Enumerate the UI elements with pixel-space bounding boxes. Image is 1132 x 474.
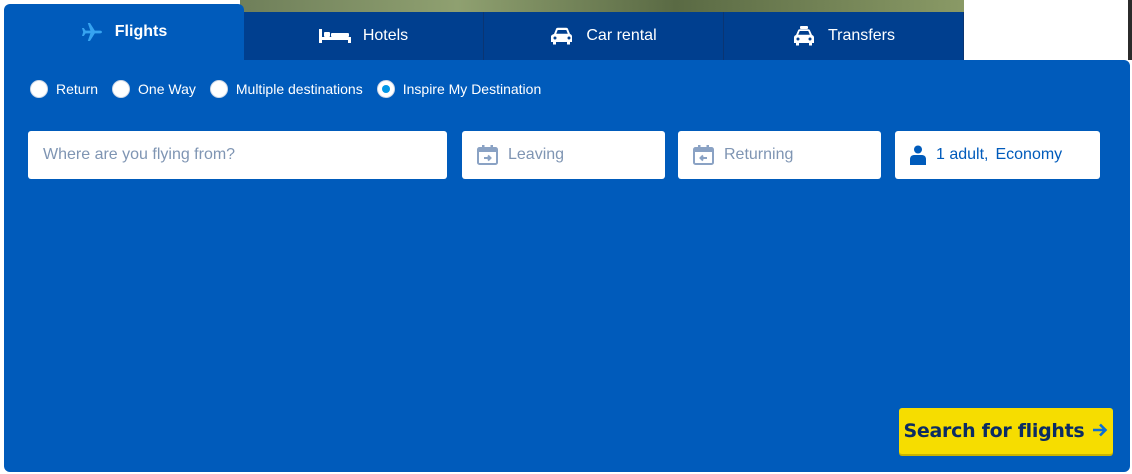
bed-icon [318,29,351,43]
radio-dot[interactable] [209,80,228,98]
radio-label: Return [56,81,99,97]
person-icon [910,145,926,165]
radio-label: Inspire My Destination [402,81,542,97]
radio-dot[interactable] [30,80,48,98]
passenger-count: 1 adult, [936,146,989,163]
taxi-icon [792,26,816,46]
tab-transfers[interactable]: Transfers [724,12,964,60]
tab-flights[interactable]: Flights [4,4,244,60]
plane-icon [81,22,103,42]
search-panel: Return One Way Multiple destinations Ins… [4,60,1130,472]
return-date-field[interactable]: Returning [678,131,881,179]
return-date-placeholder: Returning [724,146,794,163]
radio-inspire-my-destination[interactable]: Inspire My Destination [376,80,542,98]
departure-date-placeholder: Leaving [508,146,565,163]
radio-label: One Way [138,81,196,97]
car-icon [550,27,574,45]
search-flights-button[interactable]: Search for flights [899,408,1113,454]
tab-label: Hotels [362,27,409,44]
radio-dot-selected[interactable] [376,80,395,98]
calendar-return-icon [693,145,714,165]
tab-label: Car rental [586,27,657,44]
tab-label: Flights [114,23,168,40]
tab-label: Transfers [828,27,895,44]
radio-dot[interactable] [112,80,131,98]
search-button-label: Search for flights [903,420,1085,442]
trip-type-options: Return One Way Multiple destinations Ins… [30,80,555,98]
departure-date-field[interactable]: Leaving [462,131,665,179]
arrow-right-icon [1092,420,1108,442]
cabin-class: Economy [995,146,1063,163]
radio-return[interactable]: Return [30,80,98,98]
passengers-field[interactable]: 1 adult, Economy [895,131,1100,179]
flight-search-widget: Flights Hotels Car rental Transfers Retu… [4,4,1130,472]
origin-input[interactable] [43,146,447,164]
radio-label: Multiple destinations [235,81,363,97]
calendar-depart-icon [477,145,498,165]
tab-car-rental[interactable]: Car rental [484,12,724,60]
product-tabs: Flights Hotels Car rental Transfers [4,4,964,62]
radio-one-way[interactable]: One Way [112,80,196,98]
radio-multiple-destinations[interactable]: Multiple destinations [209,80,363,98]
tab-hotels[interactable]: Hotels [244,12,484,60]
origin-field[interactable] [28,131,447,179]
